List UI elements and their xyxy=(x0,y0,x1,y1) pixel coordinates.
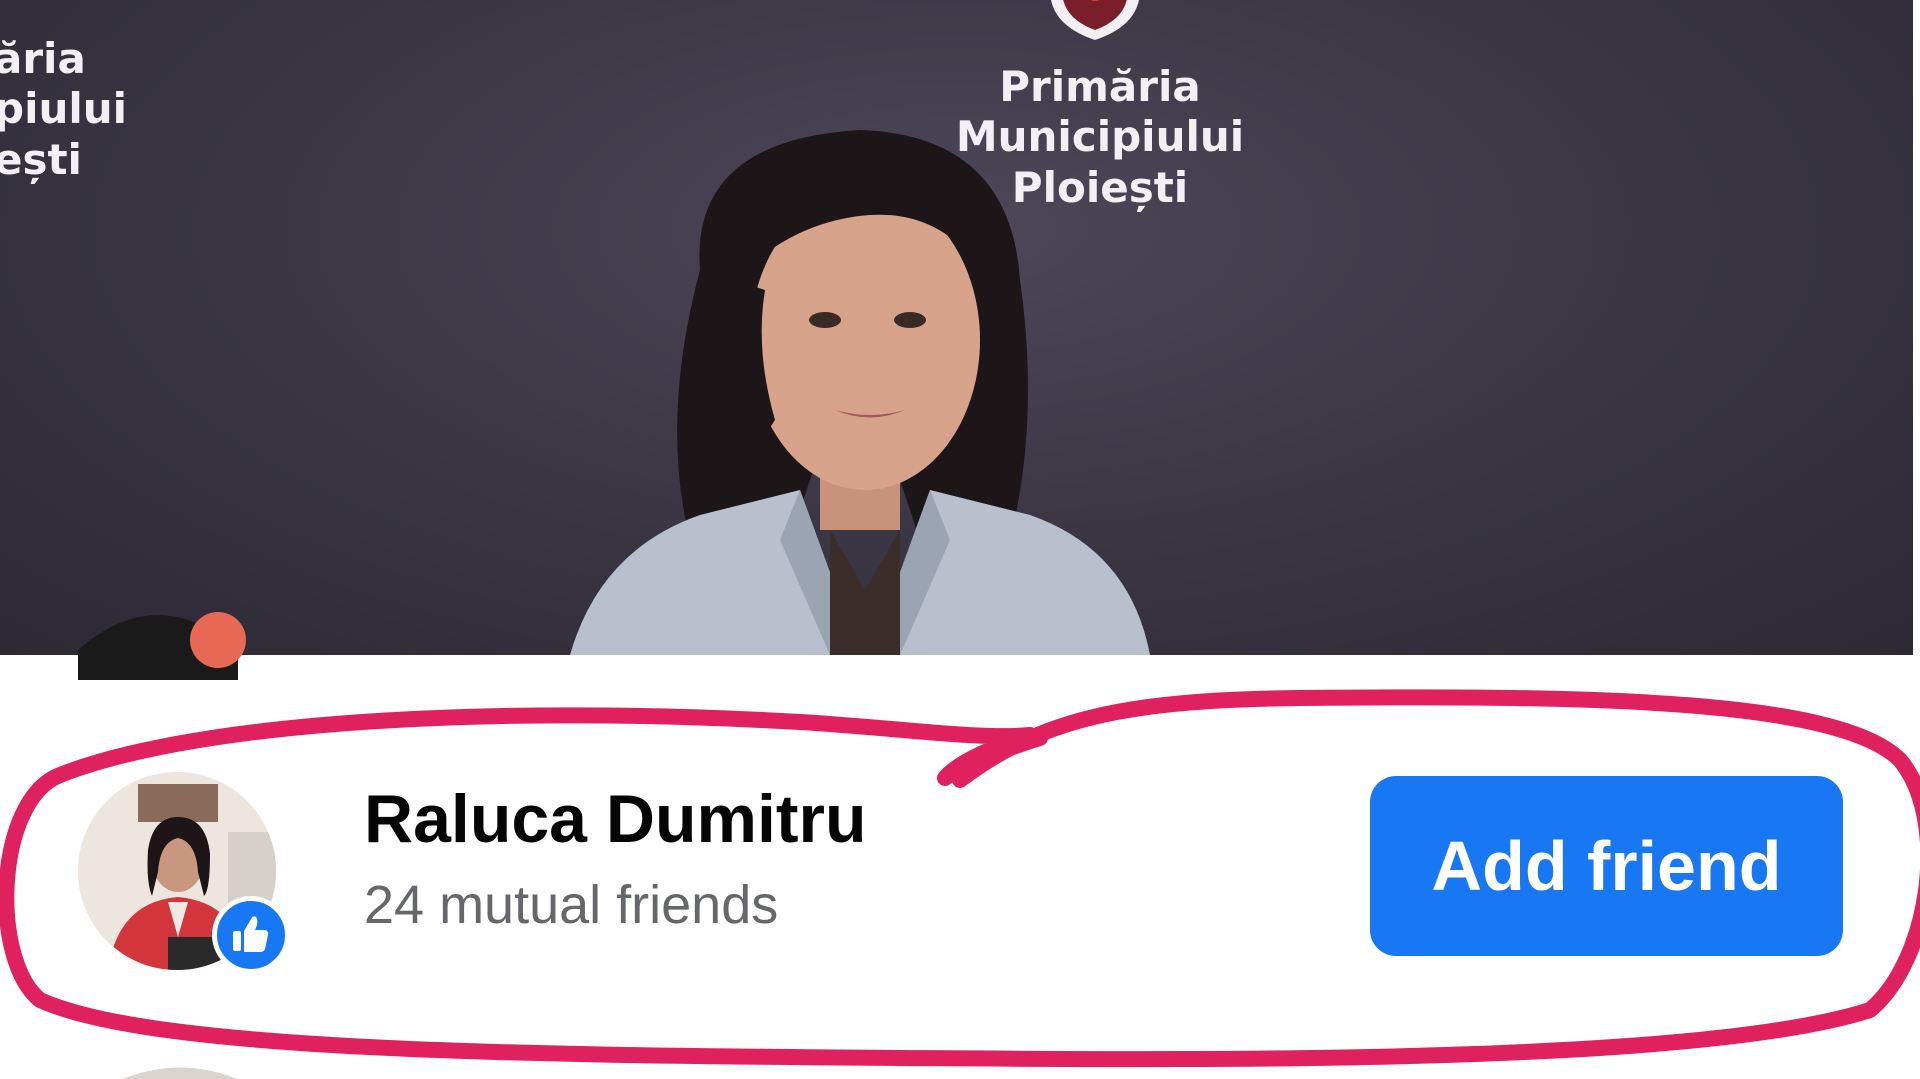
mutual-friends-count[interactable]: 24 mutual friends xyxy=(364,874,778,936)
add-friend-button[interactable]: Add friend xyxy=(1370,776,1843,956)
friend-name[interactable]: Raluca Dumitru xyxy=(364,780,867,858)
backdrop-center-line: Primăria xyxy=(999,62,1201,111)
friend-suggestion-row[interactable]: Raluca Dumitru 24 mutual friends Add fri… xyxy=(0,740,1920,980)
backdrop-left-line: ăria xyxy=(0,34,86,83)
screenshot-page: ăria piului ești Primăria Municipiului P… xyxy=(0,0,1920,1079)
crest-logo xyxy=(1051,0,1139,40)
person-photo xyxy=(570,130,1150,655)
banner-edge xyxy=(1913,0,1920,655)
thumbs-up-icon xyxy=(233,916,269,952)
cover-photo[interactable]: ăria piului ești Primăria Municipiului P… xyxy=(0,0,1913,655)
next-row-avatar xyxy=(122,1067,238,1079)
backdrop-text-left: ăria piului ești xyxy=(0,34,127,185)
previous-row-avatar xyxy=(78,612,246,680)
backdrop-left-line: ești xyxy=(0,134,82,184)
backdrop-left-line: piului xyxy=(0,84,128,134)
like-badge xyxy=(212,896,290,974)
